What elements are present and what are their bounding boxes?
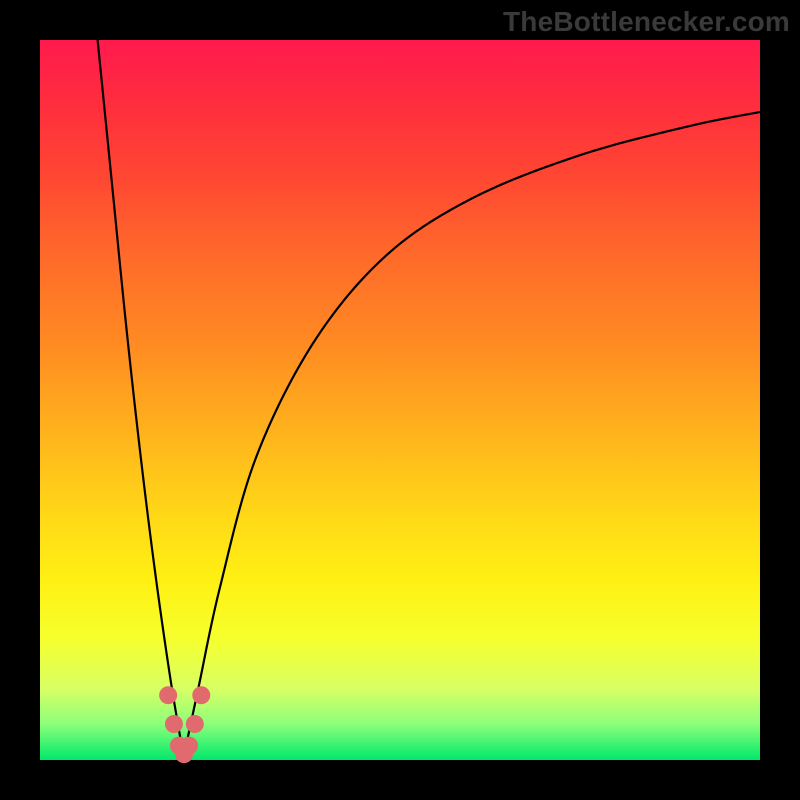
- marker-dot: [192, 686, 210, 704]
- marker-dot: [180, 737, 198, 755]
- right-branch-line: [188, 112, 760, 738]
- marker-dot: [159, 686, 177, 704]
- watermark-text: TheBottlenecker.com: [503, 6, 790, 38]
- minimum-marker-dots: [159, 686, 210, 763]
- chart-svg: [40, 40, 760, 760]
- left-branch-line: [98, 40, 181, 738]
- chart-frame: TheBottlenecker.com: [0, 0, 800, 800]
- plot-area: [40, 40, 760, 760]
- marker-dot: [165, 715, 183, 733]
- marker-dot: [186, 715, 204, 733]
